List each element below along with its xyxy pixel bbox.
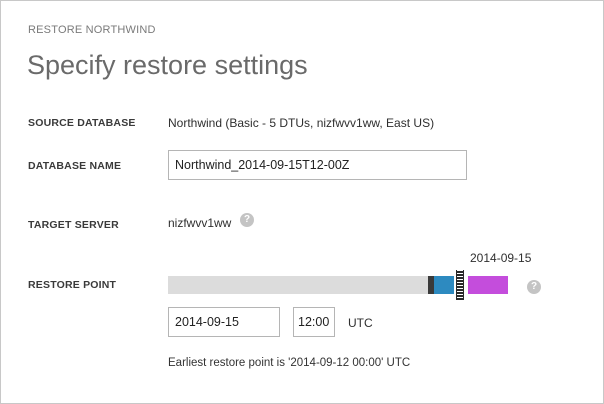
target-server-label: TARGET SERVER xyxy=(28,219,119,231)
restore-time-input[interactable] xyxy=(293,307,335,337)
restore-point-timeline[interactable] xyxy=(168,270,508,300)
timeline-segment-blue xyxy=(434,276,454,294)
question-circle-icon[interactable]: ? xyxy=(527,280,541,294)
timezone-label: UTC xyxy=(348,316,373,330)
database-name-label: DATABASE NAME xyxy=(28,160,122,172)
timeline-segment-purple xyxy=(468,276,508,294)
restore-date-input[interactable] xyxy=(168,307,280,337)
timeline-handle[interactable] xyxy=(456,270,464,300)
page-title: Specify restore settings xyxy=(27,50,308,80)
timeline-track[interactable] xyxy=(168,276,428,294)
database-name-input[interactable] xyxy=(168,150,467,180)
dialog-eyebrow: RESTORE NORTHWIND xyxy=(28,24,156,36)
timeline-end-date-label: 2014-09-15 xyxy=(470,251,532,265)
source-database-value: Northwind (Basic - 5 DTUs, nizfwvv1ww, E… xyxy=(168,116,435,130)
source-database-label: SOURCE DATABASE xyxy=(28,117,136,129)
restore-point-label: RESTORE POINT xyxy=(28,279,117,291)
earliest-restore-note: Earliest restore point is '2014-09-12 00… xyxy=(168,357,411,369)
question-circle-icon[interactable]: ? xyxy=(240,213,254,227)
target-server-value: nizfwvv1ww xyxy=(168,216,232,230)
